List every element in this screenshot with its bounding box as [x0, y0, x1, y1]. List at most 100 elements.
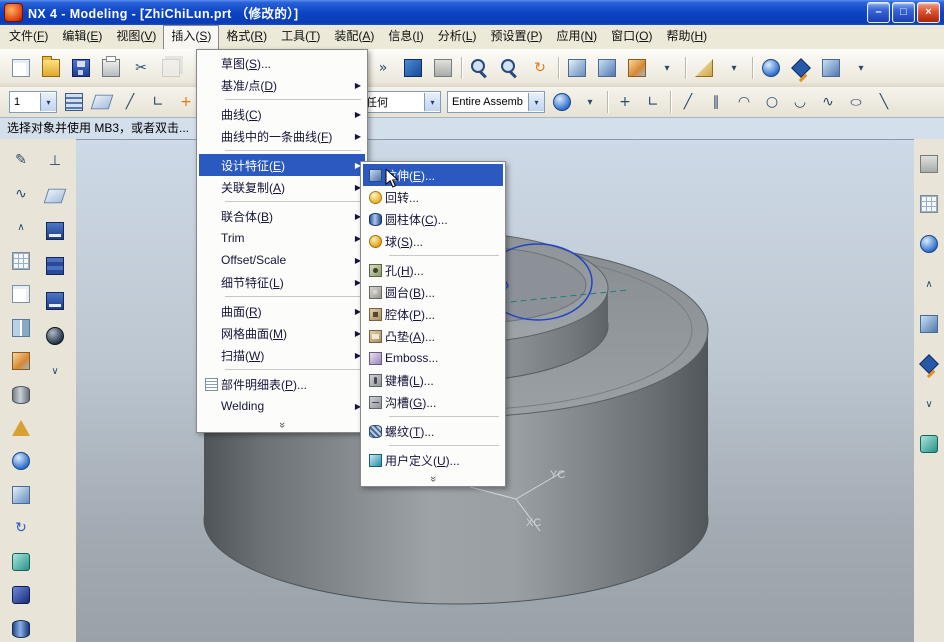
- training-button[interactable]: [916, 351, 942, 377]
- design-feature-item-extrude[interactable]: 拉伸(E)...: [363, 164, 503, 186]
- insert-menu-item-detail-feature[interactable]: 细节特征(L)▶: [199, 271, 365, 293]
- selection-filter-dropdown-icon[interactable]: ▾: [424, 93, 440, 111]
- zoom-button[interactable]: [465, 53, 495, 83]
- parallel-line-tool-button[interactable]: ∥: [702, 89, 730, 115]
- chevron-up-button[interactable]: ∧: [916, 271, 942, 297]
- insert-menu-more-chevron-icon[interactable]: »: [199, 417, 365, 430]
- sheet-body-button[interactable]: [7, 281, 35, 307]
- insert-menu-item-associative-copy[interactable]: 关联复制(A)▶: [199, 176, 365, 198]
- orient-view-dropdown-icon[interactable]: ▾: [652, 53, 682, 83]
- open-book-button[interactable]: [41, 217, 69, 245]
- csys-button[interactable]: ⊥: [41, 147, 69, 175]
- design-feature-item-pocket[interactable]: 腔体(P)...: [363, 303, 503, 325]
- line-tool-button[interactable]: ╱: [674, 89, 702, 115]
- insert-menu-item-combine-bodies[interactable]: 联合体(B)▶: [199, 205, 365, 227]
- print-button[interactable]: [96, 53, 126, 83]
- unite-button[interactable]: [7, 549, 35, 575]
- datum-axis-button[interactable]: ╱: [116, 89, 144, 115]
- information-book-button[interactable]: [41, 252, 69, 280]
- history-button[interactable]: [916, 431, 942, 457]
- insert-menu-item-surface[interactable]: 曲面(R)▶: [199, 300, 365, 322]
- close-button[interactable]: ×: [917, 2, 940, 23]
- save-button[interactable]: [66, 53, 96, 83]
- isometric-view-button[interactable]: [562, 53, 592, 83]
- chamfer-tool-button[interactable]: ╲: [870, 89, 898, 115]
- design-feature-item-revolve[interactable]: 回转...: [363, 186, 503, 208]
- selection-scope-dropdown-icon[interactable]: ▾: [528, 93, 544, 111]
- toolbar-overflow-chevron-icon[interactable]: »: [368, 53, 398, 83]
- menubar-item-tools[interactable]: 工具(T): [274, 25, 327, 49]
- cut-button[interactable]: ✂: [126, 53, 156, 83]
- spline-tool-button[interactable]: ∿: [814, 89, 842, 115]
- design-feature-item-hole[interactable]: 孔(H)...: [363, 259, 503, 281]
- studio-spline-button[interactable]: ∿: [7, 180, 35, 206]
- insert-menu-item-offset-scale[interactable]: Offset/Scale▶: [199, 249, 365, 271]
- insert-menu-item-curve-from-curves[interactable]: 曲线中的一条曲线(F)▶: [199, 125, 365, 147]
- zoom-in-button[interactable]: [495, 53, 525, 83]
- insert-menu-item-sweep[interactable]: 扫描(W)▶: [199, 344, 365, 366]
- cone-button[interactable]: [7, 415, 35, 441]
- arc-tool-button[interactable]: ◠: [730, 89, 758, 115]
- open-file-button[interactable]: [36, 53, 66, 83]
- minimize-button[interactable]: –: [867, 2, 890, 23]
- more-tools-dropdown-icon[interactable]: ▾: [846, 53, 876, 83]
- design-feature-item-cylinder[interactable]: 圆柱体(C)...: [363, 208, 503, 230]
- menubar-item-window[interactable]: 窗口(O): [604, 25, 659, 49]
- shaded-view-button[interactable]: [398, 53, 428, 83]
- menubar-item-analysis[interactable]: 分析(L): [431, 25, 484, 49]
- insert-menu-item-welding[interactable]: Welding▶: [199, 395, 365, 417]
- training-cap-button[interactable]: [786, 53, 816, 83]
- mirror-feature-button[interactable]: [7, 314, 35, 340]
- sketch-grid-button[interactable]: [7, 247, 35, 273]
- measure-dropdown-icon[interactable]: ▾: [719, 53, 749, 83]
- design-feature-item-pad[interactable]: 凸垫(A)...: [363, 325, 503, 347]
- insert-menu-item-datum-point[interactable]: 基准/点(D)▶: [199, 74, 365, 96]
- insert-menu-item-curve[interactable]: 曲线(C)▶: [199, 103, 365, 125]
- insert-menu-item-parts-list[interactable]: 部件明细表(P)...: [199, 373, 365, 395]
- toolbar-collapse-up-icon[interactable]: ∧: [7, 214, 35, 240]
- menubar-item-edit[interactable]: 编辑(E): [55, 25, 109, 49]
- snap-end-button[interactable]: ∟: [639, 89, 667, 115]
- revolve-button[interactable]: ↻: [7, 515, 35, 541]
- material-ball-button[interactable]: [41, 322, 69, 350]
- cylinder-button[interactable]: [7, 381, 35, 407]
- design-feature-item-groove[interactable]: 沟槽(G)...: [363, 391, 503, 413]
- view-layout-button[interactable]: [916, 191, 942, 217]
- snap-point-button[interactable]: +: [611, 89, 639, 115]
- datum-plane-button[interactable]: [88, 89, 116, 115]
- titlebar[interactable]: NX 4 - Modeling - [ZhiChiLun.prt （修改的）] …: [0, 0, 944, 25]
- sphere-button[interactable]: [7, 448, 35, 474]
- menubar-item-information[interactable]: 信息(I): [381, 25, 430, 49]
- insert-menu-item-trim[interactable]: Trim▶: [199, 227, 365, 249]
- datum-plane-button-2[interactable]: [41, 182, 69, 210]
- menubar-item-assemblies[interactable]: 装配(A): [327, 25, 381, 49]
- rotate-view-button[interactable]: ↻: [525, 53, 555, 83]
- design-feature-item-sphere[interactable]: 球(S)...: [363, 230, 503, 252]
- fillet-tool-button[interactable]: ◡: [786, 89, 814, 115]
- selection-dropdown-icon[interactable]: ▾: [576, 89, 604, 115]
- menubar-item-insert[interactable]: 插入(S): [163, 25, 219, 49]
- chevron-down-button[interactable]: ∨: [916, 391, 942, 417]
- selection-ball-button[interactable]: [548, 89, 576, 115]
- trimetric-view-button[interactable]: [592, 53, 622, 83]
- maximize-button[interactable]: □: [892, 2, 915, 23]
- palette-button[interactable]: [916, 311, 942, 337]
- design-feature-item-emboss[interactable]: Emboss...: [363, 347, 503, 369]
- layer-settings-button[interactable]: [60, 89, 88, 115]
- sketch-pencil-button[interactable]: ✎: [7, 147, 35, 173]
- insert-menu-item-sketch[interactable]: 草图(S)...: [199, 52, 365, 74]
- front-view-button[interactable]: [622, 53, 652, 83]
- menubar-item-file[interactable]: 文件(F): [2, 25, 55, 49]
- extrude-button[interactable]: [7, 482, 35, 508]
- design-feature-item-user-defined[interactable]: 用户定义(U)...: [363, 449, 503, 471]
- design-feature-more-chevron-icon[interactable]: »: [363, 471, 503, 484]
- roles-button[interactable]: [41, 287, 69, 315]
- menubar-item-format[interactable]: 格式(R): [219, 25, 274, 49]
- wireframe-view-button[interactable]: [428, 53, 458, 83]
- selection-filter-combo[interactable]: 任何 ▾: [361, 91, 441, 113]
- datum-csys-button[interactable]: ∟: [144, 89, 172, 115]
- insert-menu-item-mesh-surface[interactable]: 网格曲面(M)▶: [199, 322, 365, 344]
- layer-combo-dropdown-icon[interactable]: ▾: [40, 93, 56, 111]
- measure-button[interactable]: [689, 53, 719, 83]
- window-cascade-button[interactable]: [916, 151, 942, 177]
